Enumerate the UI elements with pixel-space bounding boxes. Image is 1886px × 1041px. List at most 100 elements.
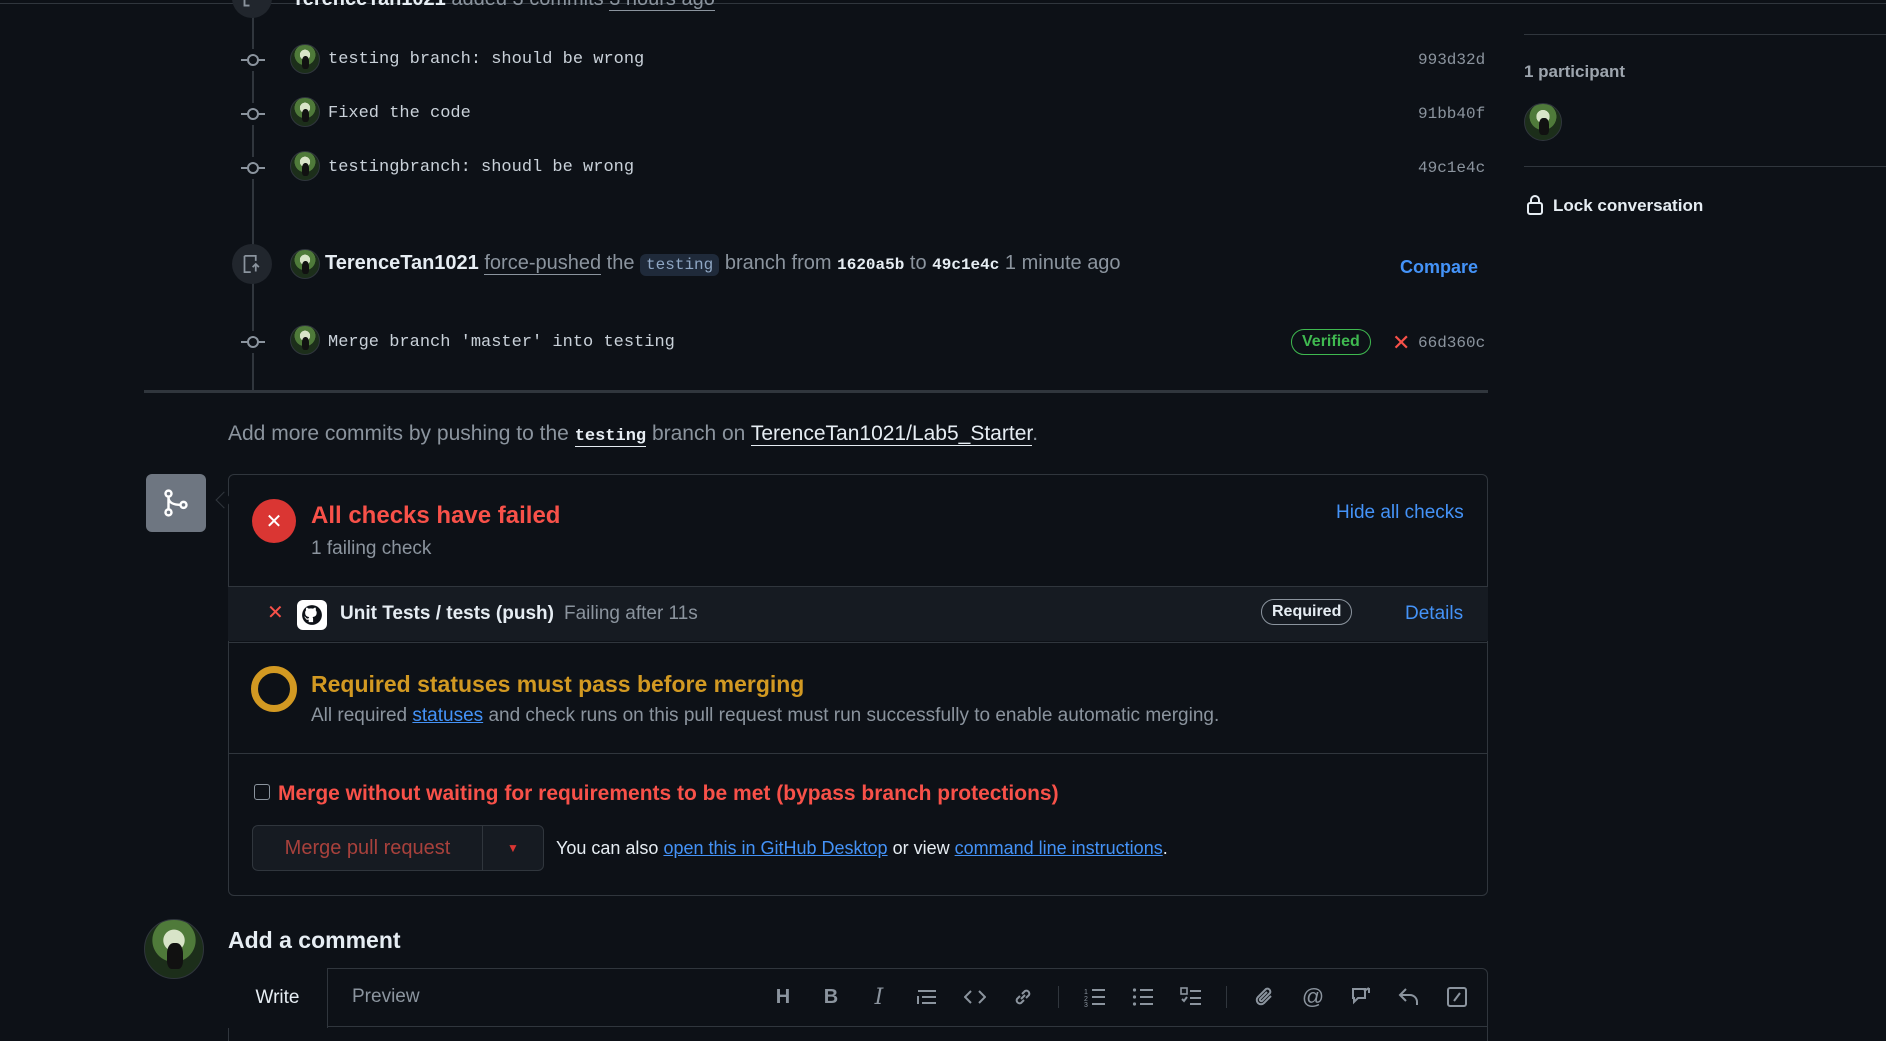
heading-icon[interactable]: H xyxy=(768,982,798,1012)
add-more-middle: branch on xyxy=(651,422,746,445)
avatar[interactable] xyxy=(290,325,320,355)
checks-title: All checks have failed xyxy=(311,502,561,529)
verified-badge[interactable]: Verified xyxy=(1291,329,1371,355)
commit-message[interactable]: Merge branch 'master' into testing xyxy=(328,333,675,352)
command-line-link[interactable]: command line instructions xyxy=(955,838,1163,858)
or-view: or view xyxy=(892,838,950,858)
commit-node-icon xyxy=(241,49,265,71)
add-comment-heading: Add a comment xyxy=(228,927,401,953)
header-text: added 3 commits xyxy=(451,0,603,10)
merge-alternatives: You can also open this in GitHub Desktop… xyxy=(556,838,1168,859)
bold-icon[interactable]: B xyxy=(816,982,846,1012)
lock-icon xyxy=(1526,194,1544,221)
avatar[interactable] xyxy=(290,151,320,181)
italic-icon[interactable]: I xyxy=(864,982,894,1012)
commit-sha[interactable]: 66d360c xyxy=(1418,334,1485,352)
add-more-branch[interactable]: testing xyxy=(574,427,647,447)
commit-message[interactable]: testingbranch: shoudl be wrong xyxy=(328,158,634,177)
add-more-commits-text: Add more commits by pushing to the testi… xyxy=(228,422,1039,447)
attach-icon[interactable] xyxy=(1250,982,1280,1012)
unordered-list-icon[interactable] xyxy=(1128,982,1158,1012)
commit-sha[interactable]: 49c1e4c xyxy=(1418,159,1485,177)
force-push-to: to xyxy=(909,252,927,274)
quote-icon[interactable] xyxy=(912,982,942,1012)
merge-pull-request-button[interactable]: Merge pull request xyxy=(253,826,483,870)
tab-preview[interactable]: Preview xyxy=(352,986,420,1008)
add-more-suffix: . xyxy=(1032,422,1039,445)
mention-icon[interactable]: @ xyxy=(1298,982,1328,1012)
avatar[interactable] xyxy=(290,44,320,74)
check-name[interactable]: Unit Tests / tests (push) xyxy=(340,603,554,625)
force-push-branch-from: branch from xyxy=(724,252,832,274)
check-failed-icon: ✕ xyxy=(267,602,284,624)
bypass-checkbox[interactable] xyxy=(254,784,270,800)
toolbar-separator xyxy=(1058,986,1059,1008)
avatar[interactable] xyxy=(290,97,320,127)
also-prefix: You can also xyxy=(556,838,659,858)
force-push-time[interactable]: 1 minute ago xyxy=(1005,252,1121,274)
merge-button-group: Merge pull request ▼ xyxy=(252,825,544,871)
commit-message[interactable]: Fixed the code xyxy=(328,104,471,123)
hide-all-checks-link[interactable]: Hide all checks xyxy=(1336,502,1464,524)
ordered-list-icon[interactable]: 123 xyxy=(1080,982,1110,1012)
sidebar-divider xyxy=(1524,34,1886,35)
force-push-icon xyxy=(232,244,272,284)
tab-divider xyxy=(328,1026,1488,1027)
branch-pill[interactable]: testing xyxy=(640,254,720,276)
required-desc-prefix: All required xyxy=(311,705,408,726)
compare-link[interactable]: Compare xyxy=(1400,257,1478,278)
check-status: Failing after 11s xyxy=(564,603,698,624)
check-details-link[interactable]: Details xyxy=(1405,603,1463,625)
repo-link[interactable]: TerenceTan1021/Lab5_Starter xyxy=(750,422,1033,446)
statuses-link[interactable]: statuses xyxy=(412,705,483,726)
github-desktop-link[interactable]: open this in GitHub Desktop xyxy=(663,838,887,858)
checks-subtitle: 1 failing check xyxy=(311,538,432,559)
sidebar-divider xyxy=(1524,166,1886,167)
from-sha[interactable]: 1620a5b xyxy=(837,256,904,274)
commit-sha[interactable]: 91bb40f xyxy=(1418,105,1485,123)
required-description: All required statuses and check runs on … xyxy=(311,705,1219,727)
header-time[interactable]: 3 hours ago xyxy=(609,0,715,11)
header-partial: TerenceTan1021 added 3 commits 3 hours a… xyxy=(292,0,715,11)
checks-failed-icon: ✕ xyxy=(252,499,296,543)
commit-message[interactable]: testing branch: should be wrong xyxy=(328,50,644,69)
failed-status-icon[interactable]: ✕ xyxy=(1392,330,1410,356)
add-more-prefix: Add more commits by pushing to the xyxy=(228,422,569,445)
force-push-action[interactable]: force-pushed xyxy=(484,252,602,275)
force-push-line: TerenceTan1021 force-pushed the testing … xyxy=(325,252,1121,276)
pending-status-icon xyxy=(251,666,297,712)
current-user-avatar[interactable] xyxy=(144,919,204,979)
period: . xyxy=(1162,838,1168,858)
required-badge: Required xyxy=(1261,599,1353,625)
timeline-end-divider xyxy=(144,390,1488,393)
bypass-label[interactable]: Merge without waiting for requirements t… xyxy=(278,782,1059,806)
code-icon[interactable] xyxy=(960,982,990,1012)
commit-node-icon xyxy=(241,157,265,179)
force-push-author[interactable]: TerenceTan1021 xyxy=(325,252,479,274)
lock-conversation-link[interactable]: Lock conversation xyxy=(1553,196,1703,216)
to-sha[interactable]: 49c1e4c xyxy=(932,256,999,274)
participant-avatar[interactable] xyxy=(1524,103,1562,141)
reply-icon[interactable] xyxy=(1394,982,1424,1012)
required-desc-suffix: and check runs on this pull request must… xyxy=(488,705,1220,726)
header-author[interactable]: TerenceTan1021 xyxy=(292,0,446,10)
commit-sha[interactable]: 993d32d xyxy=(1418,51,1485,69)
top-border xyxy=(0,3,1886,4)
commit-node-icon xyxy=(241,103,265,125)
participants-label: 1 participant xyxy=(1524,62,1626,81)
link-icon[interactable] xyxy=(1008,982,1038,1012)
git-merge-icon xyxy=(146,474,206,532)
avatar[interactable] xyxy=(290,249,320,279)
merge-options-dropdown[interactable]: ▼ xyxy=(483,826,543,870)
svg-text:1: 1 xyxy=(1084,989,1088,996)
tab-write[interactable]: Write xyxy=(228,968,328,1028)
task-list-icon[interactable] xyxy=(1176,982,1206,1012)
required-title: Required statuses must pass before mergi… xyxy=(311,671,805,697)
commit-node-icon xyxy=(241,331,265,353)
toolbar-separator xyxy=(1226,986,1227,1008)
push-event-icon xyxy=(232,0,272,18)
cross-reference-icon[interactable] xyxy=(1346,982,1376,1012)
force-push-the: the xyxy=(606,252,635,274)
svg-text:3: 3 xyxy=(1084,1002,1088,1007)
slash-command-icon[interactable] xyxy=(1442,982,1472,1012)
